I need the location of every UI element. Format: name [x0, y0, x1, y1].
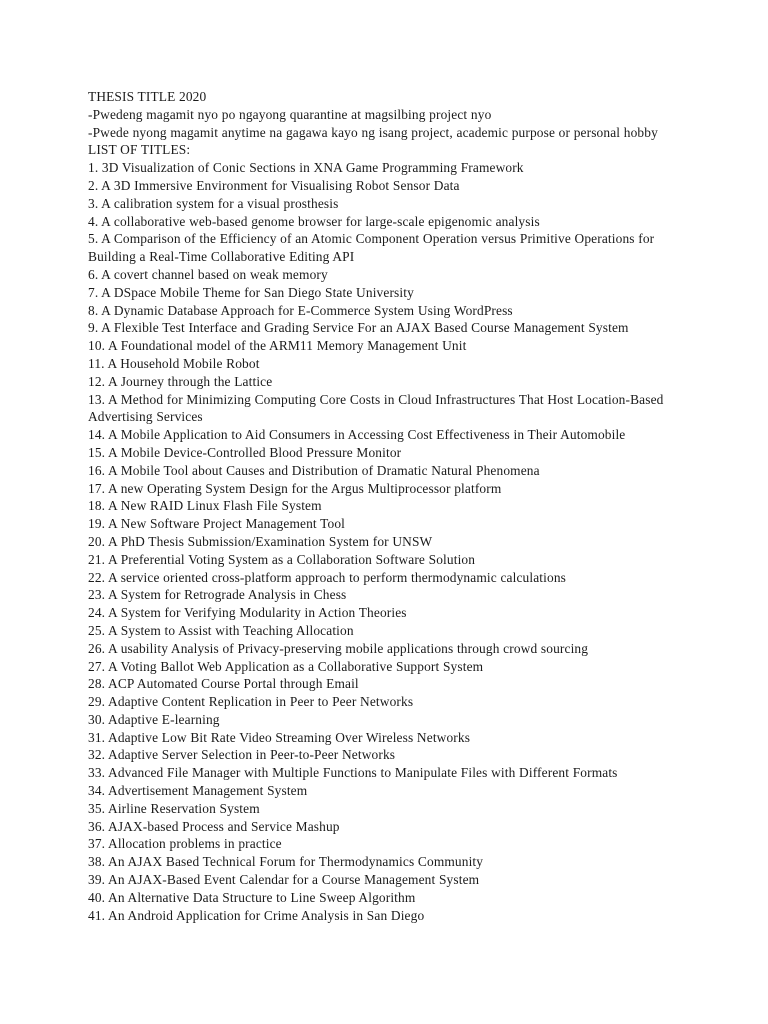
list-item: 7. A DSpace Mobile Theme for San Diego S…: [88, 284, 414, 300]
list-item: 25. A System to Assist with Teaching All…: [88, 622, 354, 638]
list-item: 8. A Dynamic Database Approach for E-Com…: [88, 302, 513, 318]
list-item: 33. Advanced File Manager with Multiple …: [88, 765, 618, 781]
list-item: 28. ACP Automated Course Portal through …: [88, 676, 359, 692]
list-item: 14. A Mobile Application to Aid Consumer…: [88, 427, 626, 443]
list-item: 11. A Household Mobile Robot: [88, 355, 260, 371]
list-item: 35. Airline Reservation System: [88, 800, 260, 816]
list-item: 4. A collaborative web-based genome brow…: [88, 213, 540, 229]
list-item: 31. Adaptive Low Bit Rate Video Streamin…: [88, 729, 471, 745]
list-item: 24. A System for Verifying Modularity in…: [88, 605, 407, 621]
list-item: 18. A New RAID Linux Flash File System: [88, 498, 322, 514]
list-item: 32. Adaptive Server Selection in Peer-to…: [88, 747, 396, 763]
list-item: 2. A 3D Immersive Environment for Visual…: [88, 177, 460, 193]
list-item: 26. A usability Analysis of Privacy-pres…: [88, 640, 589, 656]
list-item: 17. A new Operating System Design for th…: [88, 480, 502, 496]
document-title: THESIS TITLE 2020: [88, 89, 207, 104]
list-item: 23. A System for Retrograde Analysis in …: [88, 587, 347, 603]
note-line-1: -Pwedeng magamit nyo po ngayong quaranti…: [88, 106, 492, 122]
list-item: 19. A New Software Project Management To…: [88, 516, 346, 532]
list-item: 40. An Alternative Data Structure to Lin…: [88, 889, 416, 905]
list-item: 6. A covert channel based on weak memory: [88, 266, 328, 282]
list-item: 21. A Preferential Voting System as a Co…: [88, 551, 476, 567]
list-item: 34. Advertisement Management System: [88, 783, 308, 799]
list-item: 20. A PhD Thesis Submission/Examination …: [88, 533, 433, 549]
list-item: 1. 3D Visualization of Conic Sections in…: [88, 160, 524, 176]
note-line-2: -Pwede nyong magamit anytime na gagawa k…: [88, 124, 658, 140]
list-item: 29. Adaptive Content Replication in Peer…: [88, 694, 414, 710]
list-item: 9. A Flexible Test Interface and Grading…: [88, 320, 629, 336]
list-item: 36. AJAX-based Process and Service Mashu…: [88, 818, 340, 834]
list-item: 3. A calibration system for a visual pro…: [88, 195, 339, 211]
list-of-titles-heading: LIST OF TITLES:: [88, 142, 191, 158]
list-item: 13. A Method for Minimizing Computing Co…: [88, 391, 664, 425]
list-item: 10. A Foundational model of the ARM11 Me…: [88, 338, 467, 354]
list-item: 16. A Mobile Tool about Causes and Distr…: [88, 462, 540, 478]
list-item: 12. A Journey through the Lattice: [88, 373, 273, 389]
document-page: THESIS TITLE 2020 -Pwedeng magamit nyo p…: [0, 0, 768, 1024]
list-item: 41. An Android Application for Crime Ana…: [88, 907, 425, 923]
thesis-titles-list: 1. 3D Visualization of Conic Sections in…: [88, 159, 666, 924]
document-text-body: THESIS TITLE 2020 -Pwedeng magamit nyo p…: [88, 88, 666, 924]
list-item: 30. Adaptive E-learning: [88, 711, 220, 727]
list-item: 27. A Voting Ballot Web Application as a…: [88, 658, 484, 674]
list-item: 39. An AJAX-Based Event Calendar for a C…: [88, 872, 480, 888]
list-item: 37. Allocation problems in practice: [88, 836, 282, 852]
list-item: 22. A service oriented cross-platform ap…: [88, 569, 567, 585]
list-item: 5. A Comparison of the Efficiency of an …: [88, 231, 655, 265]
list-item: 38. An AJAX Based Technical Forum for Th…: [88, 854, 484, 870]
list-item: 15. A Mobile Device-Controlled Blood Pre…: [88, 444, 402, 460]
